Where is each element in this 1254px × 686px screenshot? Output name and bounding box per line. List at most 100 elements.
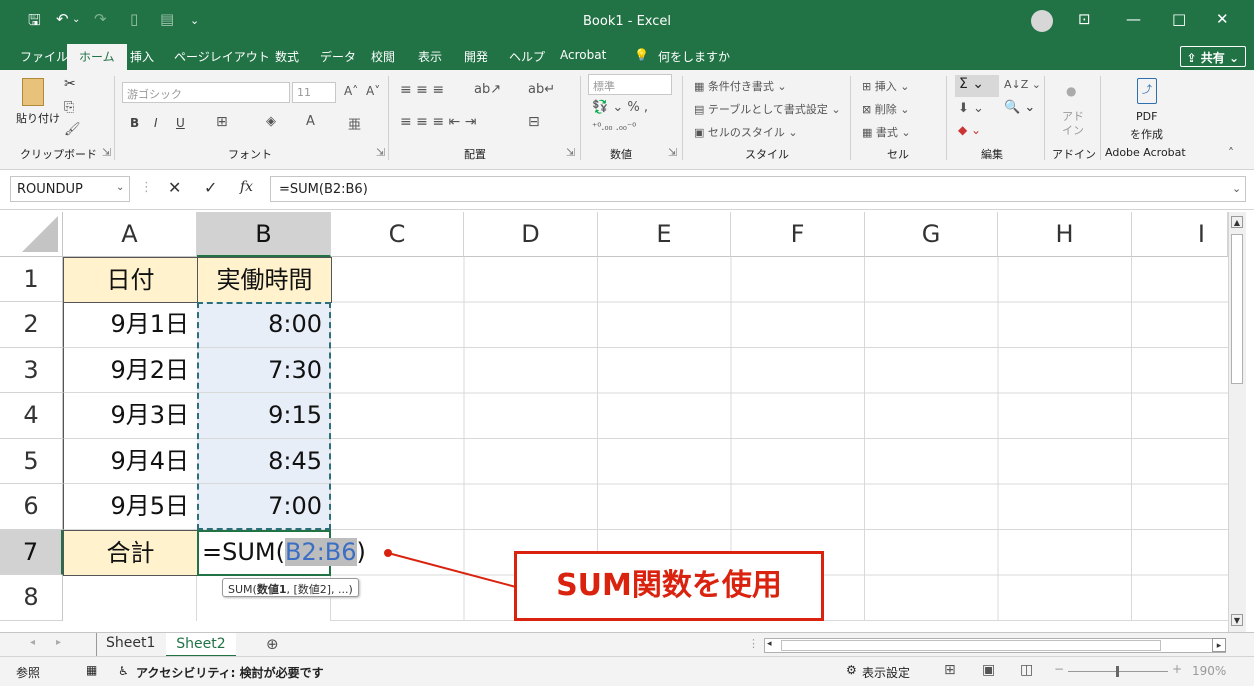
account-avatar[interactable] [1031, 10, 1053, 32]
cell-b7-editor[interactable]: =SUM(B2:B6) [202, 534, 366, 570]
column-header-i[interactable]: I [1132, 212, 1228, 257]
vertical-scrollbar[interactable]: ▲ ▼ [1228, 212, 1246, 632]
tab-page-layout[interactable]: ページレイアウト [174, 48, 270, 65]
confirm-entry-icon[interactable]: ✓ [204, 178, 217, 197]
zoom-level[interactable]: 190% [1192, 664, 1226, 678]
row-header-5[interactable]: 5 [0, 439, 63, 484]
expand-formula-bar-icon[interactable]: ⌄ [1232, 182, 1241, 195]
cell-a2[interactable]: 9月1日 [63, 302, 198, 348]
format-painter-icon[interactable]: 🖌 [64, 122, 81, 137]
create-pdf-sub-label[interactable]: を作成 [1130, 126, 1163, 142]
format-as-table-button[interactable]: ▤ テーブルとして書式設定 ⌄ [694, 101, 841, 117]
tab-developer[interactable]: 開発 [464, 48, 488, 65]
paste-icon[interactable] [22, 78, 44, 106]
column-header-b[interactable]: B [197, 212, 331, 257]
zoom-slider[interactable] [1068, 666, 1168, 677]
accessibility-status[interactable]: アクセシビリティ: 検討が必要です [136, 664, 324, 681]
create-pdf-label[interactable]: PDF [1136, 110, 1157, 123]
insert-function-icon[interactable]: fx [240, 179, 253, 195]
tab-home[interactable]: ホーム [67, 44, 127, 70]
row-header-8[interactable]: 8 [0, 575, 63, 621]
customize-qat-icon[interactable]: ⌄ [190, 14, 199, 27]
undo-icon[interactable]: ↶ [56, 10, 69, 28]
sort-filter-icon[interactable]: A↓Z ⌄ [1004, 78, 1041, 91]
display-settings-button[interactable]: 表示設定 [862, 664, 910, 681]
cancel-entry-icon[interactable]: ✕ [168, 178, 181, 197]
font-name-box[interactable]: 游ゴシック [122, 82, 290, 103]
row-header-3[interactable]: 3 [0, 348, 63, 393]
underline-icon[interactable]: U [176, 116, 185, 130]
cell-b3[interactable]: 7:30 [197, 348, 331, 393]
cut-icon[interactable]: ✂ [64, 76, 76, 92]
font-color-icon[interactable]: A [306, 114, 315, 129]
column-header-f[interactable]: F [731, 212, 865, 257]
column-header-g[interactable]: G [865, 212, 998, 257]
align-left-icon[interactable]: ≡ ≡ ≡ ⇤ ⇥ [400, 114, 476, 130]
accounting-icon[interactable]: 💱 ⌄ % , [592, 100, 648, 115]
row-header-2[interactable]: 2 [0, 302, 63, 348]
formula-input[interactable]: =SUM(B2:B6) [270, 176, 1246, 202]
column-header-h[interactable]: H [998, 212, 1132, 257]
cell-b1[interactable]: 実働時間 [197, 257, 332, 303]
scroll-right-icon[interactable]: ▸ [1212, 638, 1226, 652]
cell-styles-button[interactable]: ▣ セルのスタイル ⌄ [694, 124, 798, 140]
page-layout-view-icon[interactable]: ▣ [982, 662, 995, 678]
number-format-box[interactable]: 標準 [588, 74, 672, 95]
cell-a6[interactable]: 9月5日 [63, 484, 198, 530]
delete-cells-button[interactable]: ⊠ 削除 ⌄ [862, 101, 909, 117]
normal-view-icon[interactable]: ⊞ [944, 662, 956, 678]
pdf-icon[interactable]: ⤴ [1137, 78, 1157, 104]
merge-center-icon[interactable]: ⊟ [528, 114, 540, 130]
decimal-icon[interactable]: ⁺⁰.₀₀ .₀₀⁻⁰ [592, 122, 636, 133]
column-header-d[interactable]: D [464, 212, 598, 257]
ribbon-display-icon[interactable]: ⊡ [1078, 10, 1091, 28]
row-header-7[interactable]: 7 [0, 530, 63, 575]
zoom-slider-thumb[interactable] [1116, 666, 1119, 677]
horizontal-scroll-thumb[interactable] [781, 640, 1161, 651]
find-select-icon[interactable]: 🔍 ⌄ [1004, 100, 1035, 115]
row-header-4[interactable]: 4 [0, 393, 63, 439]
name-box[interactable]: ROUNDUP [10, 176, 130, 202]
function-argument-tooltip[interactable]: SUM(数値1, [数値2], ...) [222, 578, 359, 597]
tab-review[interactable]: 校閲 [371, 48, 395, 65]
vertical-scroll-thumb[interactable] [1231, 234, 1243, 384]
tell-me-search[interactable]: 何をしますか [658, 48, 730, 65]
row-header-1[interactable]: 1 [0, 257, 63, 302]
macro-record-icon[interactable]: ▦ [86, 663, 97, 677]
conditional-format-button[interactable]: ▦ 条件付き書式 ⌄ [694, 78, 787, 94]
grow-font-icon[interactable]: A˄ [344, 84, 358, 98]
cell-a7[interactable]: 合計 [63, 530, 198, 576]
column-header-c[interactable]: C [331, 212, 464, 257]
scroll-down-icon[interactable]: ▼ [1231, 614, 1243, 626]
select-all-corner[interactable] [0, 212, 63, 257]
cell-b5[interactable]: 8:45 [197, 439, 331, 484]
column-header-e[interactable]: E [598, 212, 731, 257]
orientation-icon[interactable]: ab↗ [474, 82, 501, 97]
column-header-a[interactable]: A [63, 212, 197, 257]
dialog-launcher-icon[interactable]: ⇲ [668, 146, 677, 159]
row-header-6[interactable]: 6 [0, 484, 63, 530]
sheet-tab-sheet2[interactable]: Sheet2 [166, 633, 236, 657]
autosum-icon[interactable]: Σ ⌄ [955, 75, 999, 97]
insert-cells-button[interactable]: ⊞ 挿入 ⌄ [862, 78, 909, 94]
cell-a3[interactable]: 9月2日 [63, 348, 198, 393]
dialog-launcher-icon[interactable]: ⇲ [566, 146, 575, 159]
border-icon[interactable]: ⊞ [216, 114, 228, 130]
wrap-text-icon[interactable]: ab↵ [528, 82, 555, 97]
tab-acrobat[interactable]: Acrobat [560, 48, 606, 62]
dialog-launcher-icon[interactable]: ⇲ [376, 146, 385, 159]
copy-icon[interactable]: ⎘ [64, 100, 74, 115]
cell-b2[interactable]: 8:00 [197, 302, 331, 348]
tab-file[interactable]: ファイル [20, 48, 68, 65]
undo-dropdown-icon[interactable]: ⌄ [72, 14, 80, 25]
minimize-icon[interactable]: — [1126, 10, 1141, 28]
cell-a4[interactable]: 9月3日 [63, 393, 198, 439]
maximize-icon[interactable]: □ [1172, 10, 1186, 28]
font-size-box[interactable]: 11 [292, 82, 336, 103]
clear-icon[interactable]: ◆ ⌄ [958, 123, 981, 137]
zoom-in-icon[interactable]: + [1172, 662, 1182, 676]
cell-b6[interactable]: 7:00 [197, 484, 331, 530]
close-icon[interactable]: ✕ [1216, 10, 1229, 28]
phonetic-icon[interactable]: 亜 [348, 114, 361, 133]
collapse-ribbon-icon[interactable]: ˄ [1228, 146, 1234, 160]
